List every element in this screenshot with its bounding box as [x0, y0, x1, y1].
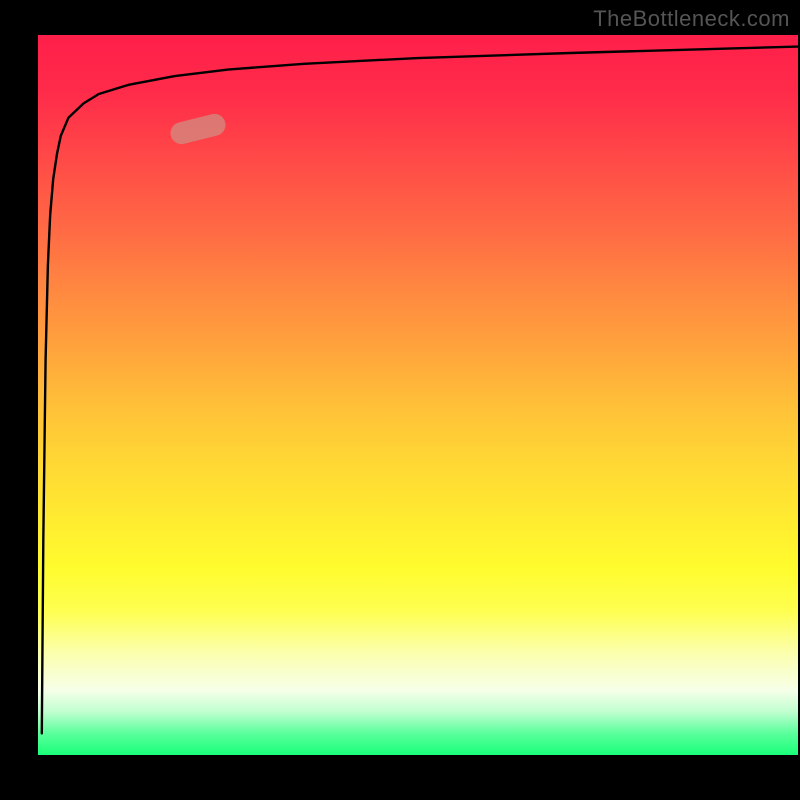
watermark-text: TheBottleneck.com [593, 6, 790, 32]
bottleneck-curve [42, 47, 798, 734]
highlight-marker [168, 111, 228, 146]
bottleneck-curve-svg [38, 35, 798, 755]
chart-plot-area [38, 35, 798, 755]
